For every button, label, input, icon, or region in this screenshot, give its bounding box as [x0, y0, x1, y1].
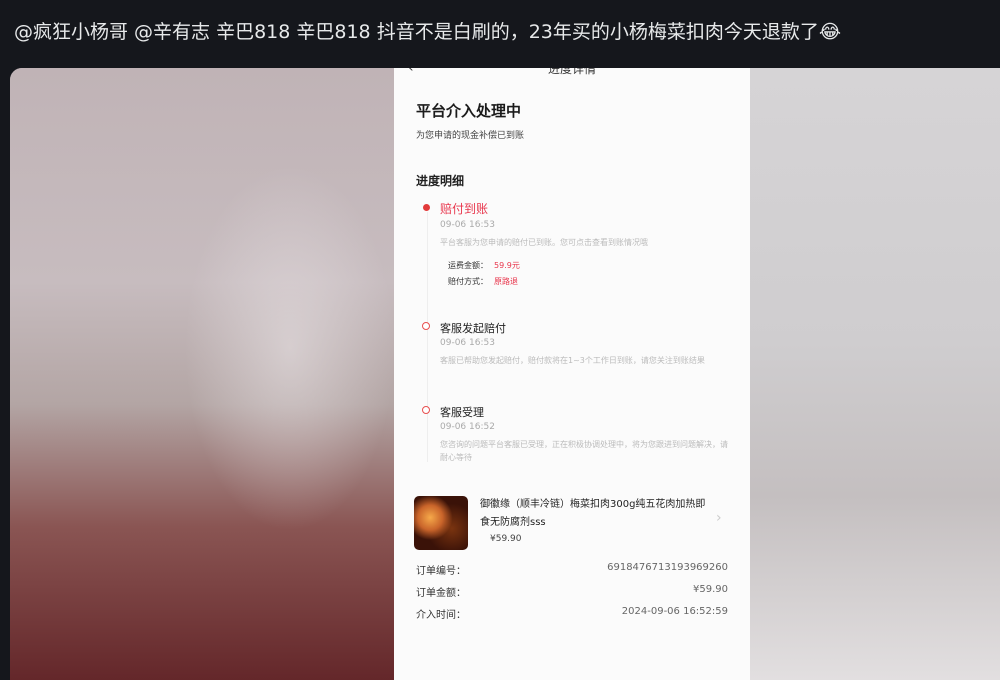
product-name: 御徽缘（顺丰冷链）梅菜扣肉300g纯五花肉加热即食无防腐剂sss [480, 499, 706, 528]
step-title: 赔付到账 [440, 202, 489, 216]
timeline-dot [422, 322, 430, 330]
amount-label: 运费金额： [448, 261, 488, 270]
chevron-right-icon: › [716, 510, 722, 526]
step-description: 平台客服为您申请的赔付已到账。您可点击查看到账情况哦 [440, 238, 648, 247]
step-description: 您咨询的问题平台客服已受理，正在积极协调处理中，将为您跟进到问题解决，请耐心等待 [440, 440, 728, 462]
step-description: 客服已帮助您发起赔付，赔付款将在1~3个工作日到账，请您关注到账结果 [440, 356, 705, 365]
step-time: 09-06 16:52 [440, 422, 495, 432]
status-heading: 平台介入处理中 [416, 102, 522, 120]
progress-section-title: 进度明细 [416, 174, 465, 188]
product-price: ¥59.90 [490, 534, 522, 544]
amount-row: 运费金额： 59.9元 [448, 260, 520, 271]
method-value: 原路退 [494, 277, 518, 286]
step-time: 09-06 16:53 [440, 220, 495, 230]
status-subheading: 为您申请的现金补偿已到账 [416, 131, 525, 141]
order-number-row: 订单编号： 6918476713193969260 [416, 562, 728, 577]
amount-value: 59.9元 [494, 261, 520, 270]
nav-title: 进度详情 [547, 68, 596, 76]
step-title: 客服发起赔付 [440, 322, 506, 335]
tweet-media[interactable]: ‹ 进度详情 平台介入处理中 为您申请的现金补偿已到账 进度明细 赔付到账 09… [10, 68, 1000, 680]
blurred-background-left [10, 68, 394, 680]
order-amount-value: ¥59.90 [693, 584, 728, 595]
refund-progress-screenshot: ‹ 进度详情 平台介入处理中 为您申请的现金补偿已到账 进度明细 赔付到账 09… [394, 68, 750, 680]
step-title: 客服受理 [440, 406, 484, 419]
tweet-text: @疯狂小杨哥 @辛有志 辛巴818 辛巴818 抖音不是白刷的，23年买的小杨梅… [14, 21, 842, 43]
product-thumbnail [414, 496, 468, 550]
intervention-time-row: 介入时间： 2024-09-06 16:52:59 [416, 606, 728, 621]
timeline-dot [422, 406, 430, 414]
order-amount-label: 订单金额： [416, 588, 466, 599]
order-number-label: 订单编号： [416, 566, 466, 577]
order-number-value: 6918476713193969260 [607, 562, 728, 573]
blurred-background-right [750, 68, 1000, 680]
method-label: 赔付方式： [448, 277, 488, 286]
order-amount-row: 订单金额： ¥59.90 [416, 584, 728, 599]
step-time: 09-06 16:53 [440, 338, 495, 348]
nav-bar: ‹ 进度详情 [394, 68, 750, 80]
intervention-time-value: 2024-09-06 16:52:59 [621, 606, 728, 617]
intervention-time-label: 介入时间： [416, 610, 466, 621]
product-card: 御徽缘（顺丰冷链）梅菜扣肉300g纯五花肉加热即食无防腐剂sss ¥59.90 … [414, 496, 734, 554]
timeline-line [427, 212, 428, 462]
method-row: 赔付方式： 原路退 [448, 276, 518, 287]
timeline-dot-active [423, 204, 430, 211]
